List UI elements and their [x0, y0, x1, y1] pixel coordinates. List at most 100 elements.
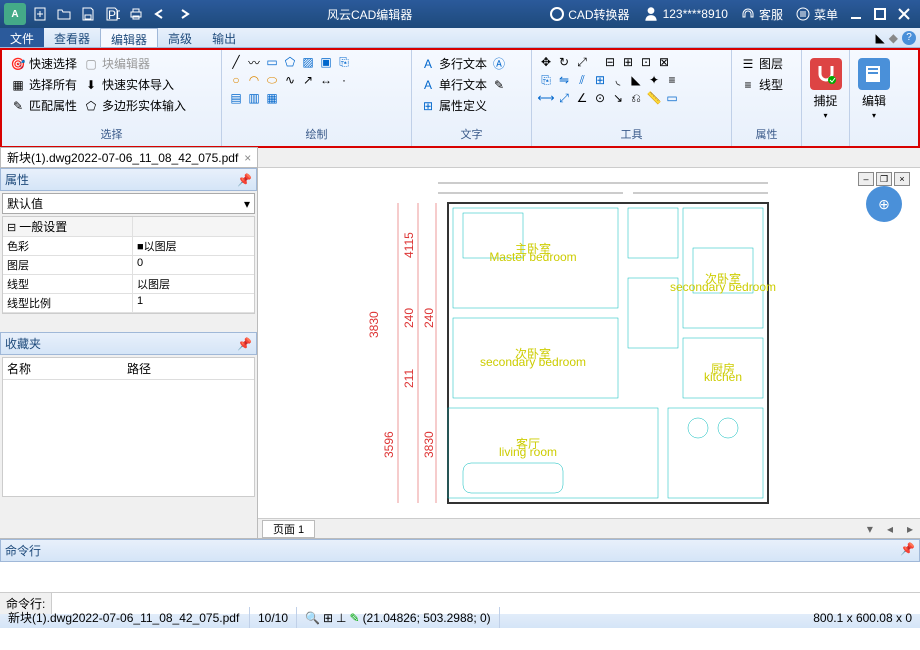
- leader-icon[interactable]: ↘: [610, 90, 626, 106]
- pin-icon[interactable]: 📌: [900, 542, 915, 559]
- array-icon[interactable]: ⊞: [592, 72, 608, 88]
- pin-icon[interactable]: 📌: [237, 337, 252, 351]
- drawing-canvas[interactable]: – ❐ × ⊕: [258, 168, 920, 518]
- quick-select-button[interactable]: 🎯快速选择: [8, 54, 79, 73]
- new-icon[interactable]: [29, 3, 51, 25]
- ribbon-expand-icon[interactable]: ◣: [876, 31, 885, 45]
- quick-entity-import-button[interactable]: ⬇快速实体导入: [81, 75, 176, 94]
- attr-def-button[interactable]: ⊞属性定义: [418, 96, 489, 115]
- undo-icon[interactable]: [149, 3, 171, 25]
- ribbon-pin-icon[interactable]: ◆: [889, 31, 898, 45]
- user-account[interactable]: 123****8910: [642, 5, 728, 23]
- linetype-button[interactable]: ≡线型: [738, 75, 785, 94]
- area-icon[interactable]: ▭: [664, 90, 680, 106]
- move-icon[interactable]: ✥: [538, 54, 554, 70]
- page-next-icon[interactable]: ▸: [904, 522, 916, 536]
- default-value-combo[interactable]: 默认值▾: [2, 193, 255, 214]
- tab-editor[interactable]: 编辑器: [100, 28, 158, 47]
- layer-button[interactable]: ☰图层: [738, 54, 785, 73]
- align-icon[interactable]: ≡: [664, 72, 680, 88]
- trim-icon[interactable]: ⊟: [602, 54, 618, 70]
- snap-button[interactable]: 捕捉 ▾: [806, 54, 846, 124]
- region-icon[interactable]: ▨: [300, 54, 316, 70]
- tab-advanced[interactable]: 高级: [158, 28, 202, 47]
- print-icon[interactable]: [125, 3, 147, 25]
- break-icon[interactable]: ⊡: [638, 54, 654, 70]
- point-icon[interactable]: ·: [336, 72, 352, 88]
- arc-icon[interactable]: ◠: [246, 72, 262, 88]
- spline-icon[interactable]: ∿: [282, 72, 298, 88]
- tab-file[interactable]: 文件: [0, 28, 44, 47]
- rect-icon[interactable]: ▭: [264, 54, 280, 70]
- page-prev-icon[interactable]: ◂: [884, 522, 896, 536]
- fillet-icon[interactable]: ◟: [610, 72, 626, 88]
- explode-icon[interactable]: ✦: [646, 72, 662, 88]
- canvas-min-icon[interactable]: –: [858, 172, 874, 186]
- circle-icon[interactable]: ○: [228, 72, 244, 88]
- cad-convert-button[interactable]: CAD转换器: [549, 6, 629, 23]
- canvas-close-icon[interactable]: ×: [894, 172, 910, 186]
- tab-viewer[interactable]: 查看器: [44, 28, 100, 47]
- extend-icon[interactable]: ⊞: [620, 54, 636, 70]
- status-ortho-icon[interactable]: 🔍: [305, 611, 320, 625]
- line-icon[interactable]: ╱: [228, 54, 244, 70]
- pin-icon[interactable]: 📌: [237, 173, 252, 187]
- status-grid-icon[interactable]: ⊞: [323, 611, 333, 625]
- favorites-list[interactable]: 名称路径: [2, 357, 255, 497]
- text-style-icon[interactable]: Ⓐ: [491, 56, 507, 72]
- ellipse-icon[interactable]: ⬭: [264, 72, 280, 88]
- offset-icon[interactable]: ⫽: [574, 72, 590, 88]
- save-icon[interactable]: [77, 3, 99, 25]
- ray-icon[interactable]: ↗: [300, 72, 316, 88]
- redo-icon[interactable]: [173, 3, 195, 25]
- help-icon[interactable]: ?: [902, 31, 916, 45]
- command-history[interactable]: [0, 562, 920, 592]
- boundary-icon[interactable]: ▦: [264, 90, 280, 106]
- dim-radius-icon[interactable]: ⊙: [592, 90, 608, 106]
- rotate-icon[interactable]: ↻: [556, 54, 572, 70]
- left-panel: 属性 📌 默认值▾ ⊟ 一般设置 色彩■以图层 图层0 线型以图层 线型比例1 …: [0, 168, 258, 538]
- singleline-text-button[interactable]: A单行文本: [418, 75, 489, 94]
- text-edit-icon[interactable]: ✎: [491, 77, 507, 93]
- dim-angular-icon[interactable]: ∠: [574, 90, 590, 106]
- hatch-icon[interactable]: ▤: [228, 90, 244, 106]
- file-tab-close-icon[interactable]: ×: [244, 151, 251, 165]
- tab-output[interactable]: 输出: [202, 28, 246, 47]
- polygon-entity-input-button[interactable]: ⬠多边形实体输入: [81, 96, 188, 115]
- canvas-restore-icon[interactable]: ❐: [876, 172, 892, 186]
- polyline-icon[interactable]: 〰: [246, 54, 262, 70]
- compass-icon[interactable]: ⊕: [866, 186, 902, 222]
- mirror-icon[interactable]: ⇋: [556, 72, 572, 88]
- status-osnap-icon[interactable]: ✎: [350, 611, 360, 625]
- save-pdf-icon[interactable]: PDF: [101, 3, 123, 25]
- maximize-icon[interactable]: [869, 3, 891, 25]
- block-editor-button[interactable]: ▢块编辑器: [81, 54, 152, 73]
- xline-icon[interactable]: ↔: [318, 72, 334, 88]
- close-icon[interactable]: [893, 3, 915, 25]
- match-attr-button[interactable]: ✎匹配属性: [8, 96, 79, 115]
- status-snap-icon[interactable]: ⊥: [336, 611, 346, 625]
- minimize-icon[interactable]: [845, 3, 867, 25]
- insert-icon[interactable]: ⎘: [336, 54, 352, 70]
- select-all-button[interactable]: ▦选择所有: [8, 75, 79, 94]
- page-tab-1[interactable]: 页面 1: [262, 520, 315, 538]
- gradient-icon[interactable]: ▥: [246, 90, 262, 106]
- polygon-icon[interactable]: ⬠: [282, 54, 298, 70]
- join-icon[interactable]: ⊠: [656, 54, 672, 70]
- page-dropdown-icon[interactable]: ▾: [864, 522, 876, 536]
- general-settings-header[interactable]: ⊟ 一般设置: [3, 217, 133, 236]
- dim-style-icon[interactable]: ⎌: [628, 90, 644, 106]
- edit-button[interactable]: 编辑 ▾: [854, 54, 894, 124]
- scale-icon[interactable]: ⤢: [574, 54, 590, 70]
- chamfer-icon[interactable]: ◣: [628, 72, 644, 88]
- block-icon[interactable]: ▣: [318, 54, 334, 70]
- support-button[interactable]: 客服: [740, 6, 783, 23]
- multiline-text-button[interactable]: A多行文本: [418, 54, 489, 73]
- copy-icon[interactable]: ⎘: [538, 72, 554, 88]
- file-tab-active[interactable]: 新块(1).dwg2022-07-06_11_08_42_075.pdf ×: [0, 147, 258, 168]
- dim-aligned-icon[interactable]: ⤢: [556, 90, 572, 106]
- dim-linear-icon[interactable]: ⟷: [538, 90, 554, 106]
- measure-icon[interactable]: 📏: [646, 90, 662, 106]
- open-icon[interactable]: [53, 3, 75, 25]
- menu-button[interactable]: 菜单: [795, 6, 838, 23]
